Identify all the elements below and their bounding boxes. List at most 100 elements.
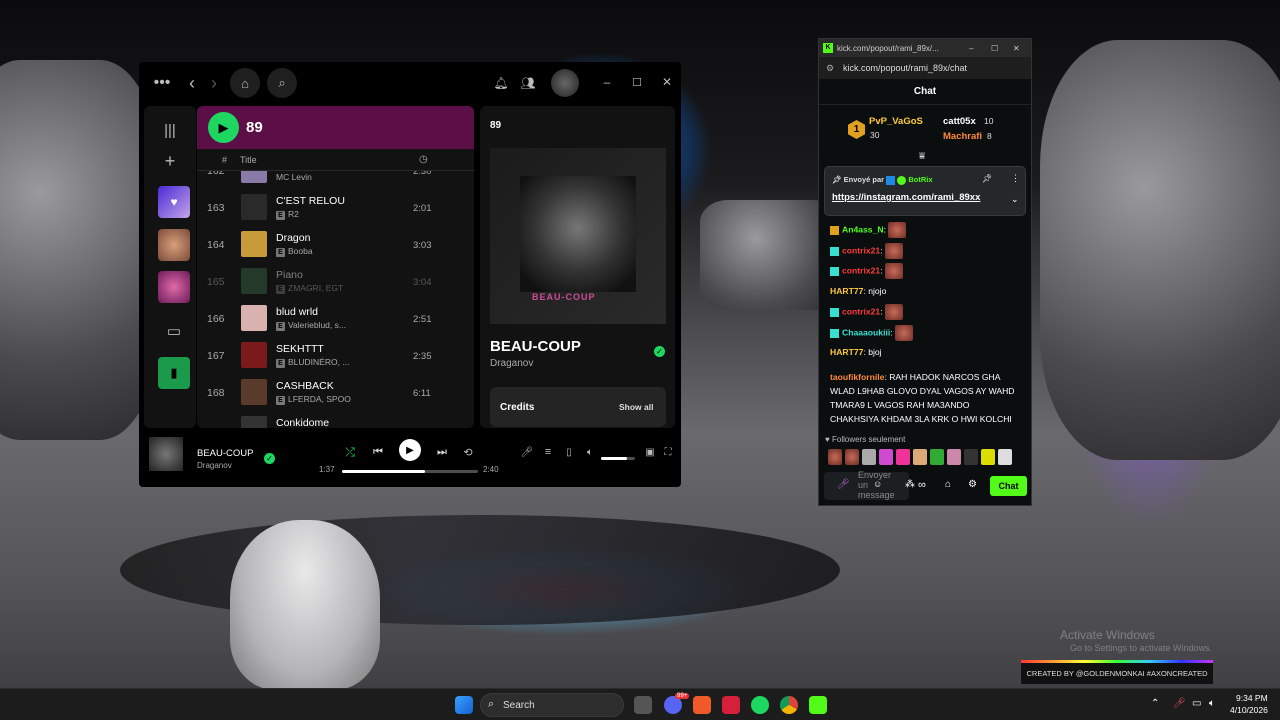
track-row[interactable]: 166 blud wrld E Valerieblud, s... 2:51 xyxy=(197,301,474,338)
message-username[interactable]: An4ass_N xyxy=(842,224,884,234)
track-title[interactable]: Piano xyxy=(276,269,303,281)
emote[interactable] xyxy=(879,449,893,465)
message-username[interactable]: contrix21 xyxy=(842,265,880,275)
address-bar[interactable]: ⚙ kick.com/popout/rami_89x/chat xyxy=(819,57,1031,79)
message-username[interactable]: contrix21 xyxy=(842,245,880,255)
track-artist-text[interactable]: LFERDA, SPOO xyxy=(288,394,351,404)
taskbar-search[interactable]: ⌕ Search xyxy=(480,693,624,717)
emote[interactable] xyxy=(828,449,842,465)
track-row[interactable]: Conkidome xyxy=(197,412,474,428)
send-chat-button[interactable]: Chat xyxy=(990,476,1027,496)
pinned-link[interactable]: https://instagram.com/rami_89xx xyxy=(832,192,980,203)
microphone-icon[interactable]: 🎤︎ xyxy=(837,479,850,490)
track-artist-text[interactable]: ZMAGRI, EGT xyxy=(288,283,343,293)
library-icon[interactable]: ||| xyxy=(158,120,182,140)
repeat-icon[interactable]: ⟲ xyxy=(460,444,476,460)
site-settings-icon[interactable]: ⚙ xyxy=(826,63,834,74)
spotify-icon[interactable] xyxy=(751,696,769,714)
saved-bookmark-icon[interactable]: ▮ xyxy=(158,357,190,389)
previous-icon[interactable]: ⏮︎ xyxy=(370,444,386,460)
track-artist-text[interactable]: BLUDINÉRO, ... xyxy=(288,357,349,367)
settings-icon[interactable]: ⚙ xyxy=(968,479,977,490)
fullscreen-icon[interactable]: ⛶ xyxy=(661,445,675,459)
network-icon[interactable]: ▭ xyxy=(1192,698,1201,709)
track-artist-text[interactable]: R2 xyxy=(288,209,299,219)
task-view-icon[interactable] xyxy=(634,696,652,714)
emote[interactable] xyxy=(947,449,961,465)
playlist-thumbnail[interactable] xyxy=(158,271,190,303)
show-all-link[interactable]: Show all xyxy=(619,402,653,412)
song-title[interactable]: BEAU-COUP xyxy=(490,338,581,355)
emote[interactable] xyxy=(896,449,910,465)
emote[interactable] xyxy=(964,449,978,465)
unpin-icon[interactable]: 📌︎ xyxy=(982,174,992,183)
emote[interactable] xyxy=(862,449,876,465)
message-username[interactable]: taoufikfornile xyxy=(830,372,884,382)
start-icon[interactable] xyxy=(455,696,473,714)
volume-icon[interactable]: 🔈︎ xyxy=(1209,698,1215,709)
leader-name[interactable]: PvP_VaGoS xyxy=(869,116,923,127)
leader-name[interactable]: Machrafi xyxy=(943,131,982,142)
progress-bar[interactable] xyxy=(342,470,478,473)
chat-input[interactable]: 🎤︎ Envoyer un message xyxy=(824,470,909,500)
message-username[interactable]: contrix21 xyxy=(842,306,880,316)
saved-check-icon[interactable]: ✓ xyxy=(654,346,665,357)
playlist-thumbnail[interactable] xyxy=(158,229,190,261)
message-username[interactable]: Chaaaoukiii xyxy=(842,327,890,337)
volume-icon[interactable]: 🔈︎ xyxy=(583,445,597,459)
message-username[interactable]: HART77 xyxy=(830,347,863,357)
maximize-icon[interactable]: ☐ xyxy=(991,44,998,53)
infinity-icon[interactable]: ∞ xyxy=(918,479,926,491)
track-title[interactable]: SEKHTTT xyxy=(276,343,324,355)
emote[interactable] xyxy=(930,449,944,465)
brave-icon[interactable] xyxy=(693,696,711,714)
search-icon[interactable]: ⌕ xyxy=(267,68,297,98)
track-title[interactable]: Dragon xyxy=(276,232,310,244)
back-icon[interactable]: ‹ xyxy=(183,73,201,93)
track-row[interactable]: 164 Dragon E Booba 3:03 xyxy=(197,227,474,264)
track-row[interactable]: 168 CASHBACK E LFERDA, SPOO 6:11 xyxy=(197,375,474,412)
play-pause-button[interactable]: ▶ xyxy=(399,439,421,461)
track-row[interactable]: 162 MC Levin 2:30 xyxy=(197,171,474,190)
app-icon[interactable] xyxy=(722,696,740,714)
close-icon[interactable]: ✕ xyxy=(1013,44,1020,53)
bot-name[interactable]: BotRix xyxy=(908,175,932,184)
pin-menu-icon[interactable]: ⋮ xyxy=(1011,173,1020,184)
connect-device-icon[interactable]: ▯ xyxy=(562,445,576,459)
liked-songs-icon[interactable]: ♥ xyxy=(158,186,190,218)
expand-chevron-icon[interactable]: ⌄ xyxy=(1011,194,1019,205)
emote[interactable] xyxy=(998,449,1012,465)
shuffle-icon[interactable]: ⤮ xyxy=(342,444,358,460)
mic-icon[interactable]: 🎤︎ xyxy=(1173,698,1186,709)
saved-check-icon[interactable]: ✓ xyxy=(264,453,275,464)
home-icon[interactable]: ⌂ xyxy=(230,68,260,98)
emote[interactable] xyxy=(913,449,927,465)
now-playing-thumbnail[interactable] xyxy=(149,437,183,471)
emoji-icon[interactable]: ☺ xyxy=(873,479,882,489)
column-title[interactable]: Title xyxy=(240,155,257,165)
kick-app-icon[interactable] xyxy=(809,696,827,714)
track-row[interactable]: 165 Piano E ZMAGRI, EGT 3:04 xyxy=(197,264,474,301)
more-icon[interactable]: ••• xyxy=(151,74,173,92)
song-artist[interactable]: Draganov xyxy=(490,358,533,369)
friends-activity-icon[interactable]: 👥︎ xyxy=(519,74,537,92)
miniplayer-icon[interactable]: ▣ xyxy=(643,445,657,459)
maximize-icon[interactable]: ☐ xyxy=(629,74,645,90)
filter-icon[interactable]: ⩸ xyxy=(919,151,925,162)
clock-time[interactable]: 9:34 PM xyxy=(1236,693,1268,703)
kicks-icon[interactable]: ⁂ xyxy=(905,479,915,490)
track-artist-text[interactable]: Valerieblud, s... xyxy=(288,320,346,330)
mic-lyrics-icon[interactable]: 🎤︎ xyxy=(520,445,534,459)
now-playing-artist[interactable]: Draganov xyxy=(197,461,232,470)
minimize-icon[interactable]: – xyxy=(599,74,615,90)
play-playlist-button[interactable]: ▶ xyxy=(208,112,239,143)
emote[interactable] xyxy=(845,449,859,465)
track-row[interactable]: 163 C'EST RELOU E R2 2:01 xyxy=(197,190,474,227)
volume-slider[interactable] xyxy=(601,457,635,460)
track-artist-text[interactable]: Booba xyxy=(288,246,313,256)
track-title[interactable]: CASHBACK xyxy=(276,380,334,392)
clock-date[interactable]: 4/10/2026 xyxy=(1230,705,1268,715)
create-playlist-icon[interactable]: + xyxy=(158,150,182,172)
track-title[interactable]: blud wrld xyxy=(276,306,318,318)
chrome-icon[interactable] xyxy=(780,696,798,714)
